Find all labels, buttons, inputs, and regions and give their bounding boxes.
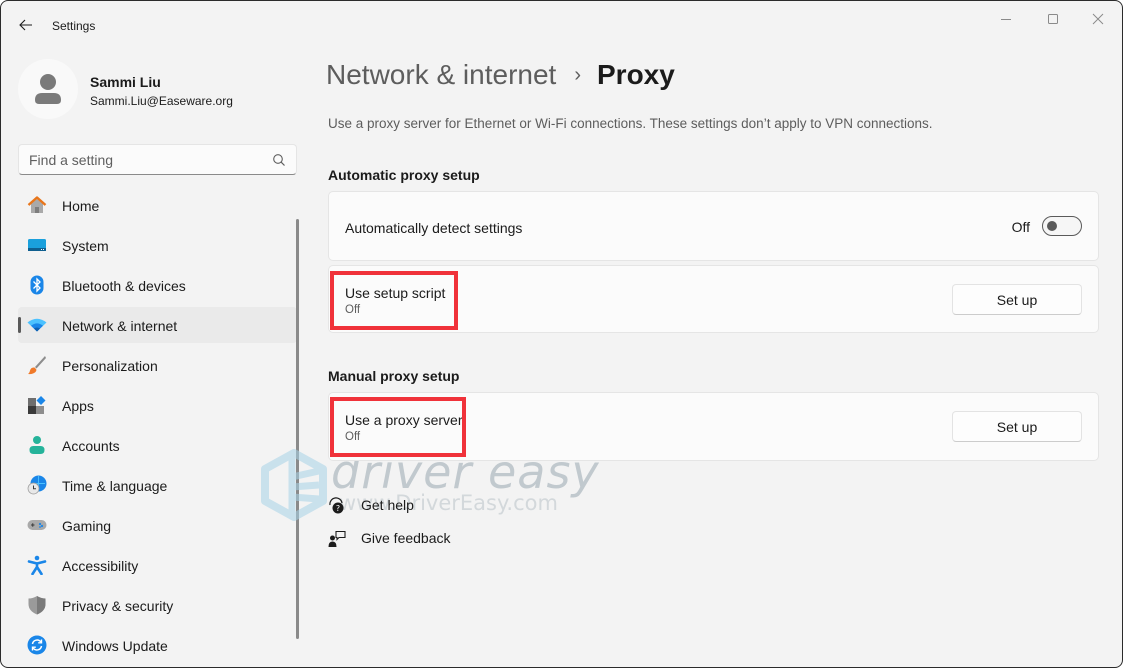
- help-icon: ?: [329, 497, 344, 514]
- sidebar-nav: Home System Bluetooth & devices Network …: [18, 187, 297, 667]
- sidebar-item-time-language[interactable]: Time & language: [18, 467, 297, 503]
- sidebar-item-network-internet[interactable]: Network & internet: [18, 307, 297, 343]
- setup-script-card: Use setup script Off Set up: [328, 265, 1099, 333]
- proxy-server-card: Use a proxy server Off Set up: [328, 392, 1099, 461]
- feedback-icon: [328, 530, 346, 547]
- setup-script-set-up-button[interactable]: Set up: [952, 284, 1082, 315]
- auto-detect-toggle[interactable]: [1042, 216, 1082, 236]
- system-icon: [27, 235, 47, 255]
- wifi-icon: [27, 315, 47, 335]
- avatar: [18, 59, 78, 119]
- sidebar-item-label: Home: [62, 198, 100, 214]
- page-description: Use a proxy server for Ethernet or Wi-Fi…: [328, 116, 933, 131]
- proxy-server-status: Off: [345, 431, 361, 443]
- proxy-server-set-up-button[interactable]: Set up: [952, 411, 1082, 442]
- section-title-manual: Manual proxy setup: [328, 368, 460, 384]
- sidebar-item-label: Accessibility: [62, 558, 139, 574]
- minimize-button[interactable]: [983, 7, 1029, 31]
- setup-script-status: Off: [345, 304, 361, 316]
- update-icon: [27, 635, 47, 655]
- selection-indicator: [18, 317, 21, 333]
- back-arrow-icon: [19, 19, 32, 31]
- get-help-label: Get help: [361, 497, 414, 513]
- sidebar-item-home[interactable]: Home: [18, 187, 297, 223]
- proxy-server-label: Use a proxy server: [345, 412, 463, 428]
- settings-window: Settings Sammi Liu Sammi.Liu@Easeware.or…: [0, 0, 1123, 668]
- give-feedback-label: Give feedback: [361, 530, 451, 546]
- bluetooth-icon: [27, 275, 47, 295]
- maximize-icon: [1048, 14, 1058, 24]
- sidebar-item-bluetooth-devices[interactable]: Bluetooth & devices: [18, 267, 297, 303]
- accessibility-icon: [27, 555, 47, 575]
- sidebar-item-label: System: [62, 238, 109, 254]
- accounts-icon: [27, 435, 47, 455]
- sidebar-item-label: Time & language: [62, 478, 168, 494]
- auto-detect-label: Automatically detect settings: [345, 220, 523, 236]
- sidebar-item-personalization[interactable]: Personalization: [18, 347, 297, 383]
- close-icon: [1092, 13, 1104, 25]
- sidebar-item-label: Gaming: [62, 518, 112, 534]
- profile-name: Sammi Liu: [90, 74, 161, 90]
- sidebar-item-accounts[interactable]: Accounts: [18, 427, 297, 463]
- minimize-icon: [1001, 19, 1011, 20]
- shield-icon: [27, 595, 47, 615]
- brush-icon: [27, 355, 47, 375]
- sidebar-item-label: Personalization: [62, 358, 158, 374]
- user-avatar-icon: [35, 74, 61, 104]
- sidebar-item-label: Accounts: [62, 438, 120, 454]
- breadcrumb-parent[interactable]: Network & internet: [326, 59, 556, 91]
- setup-script-label: Use setup script: [345, 285, 446, 301]
- section-title-automatic: Automatic proxy setup: [328, 167, 480, 183]
- breadcrumb: Network & internet › Proxy: [326, 59, 675, 99]
- apps-icon: [27, 395, 47, 415]
- home-icon: [27, 195, 47, 215]
- sidebar-item-system[interactable]: System: [18, 227, 297, 263]
- maximize-button[interactable]: [1030, 7, 1076, 31]
- search-input[interactable]: [19, 145, 259, 174]
- auto-detect-state: Off: [1011, 219, 1030, 235]
- time-language-icon: [27, 475, 47, 495]
- sidebar-item-label: Privacy & security: [62, 598, 174, 614]
- sidebar-item-label: Windows Update: [62, 638, 168, 654]
- svg-text:?: ?: [336, 504, 340, 513]
- toggle-knob: [1047, 221, 1057, 231]
- app-title: Settings: [52, 19, 96, 33]
- sidebar-item-label: Network & internet: [62, 318, 178, 334]
- sidebar-item-apps[interactable]: Apps: [18, 387, 297, 423]
- page-title: Proxy: [597, 59, 675, 90]
- sidebar-item-label: Bluetooth & devices: [62, 278, 186, 294]
- gamepad-icon: [27, 515, 47, 535]
- search-icon[interactable]: [272, 153, 286, 167]
- sidebar-item-label: Apps: [62, 398, 94, 414]
- search-box: [18, 144, 297, 175]
- sidebar-scrollbar[interactable]: [296, 219, 299, 639]
- auto-detect-card: Automatically detect settings Off: [328, 191, 1099, 261]
- chevron-right-icon: ›: [574, 64, 581, 86]
- profile-email: Sammi.Liu@Easeware.org: [90, 94, 233, 108]
- sidebar-item-accessibility[interactable]: Accessibility: [18, 547, 297, 583]
- sidebar-item-windows-update[interactable]: Windows Update: [18, 627, 297, 663]
- sidebar-item-privacy-security[interactable]: Privacy & security: [18, 587, 297, 623]
- title-bar: Settings: [1, 1, 1122, 49]
- close-button[interactable]: [1075, 7, 1121, 31]
- sidebar-item-gaming[interactable]: Gaming: [18, 507, 297, 543]
- back-button[interactable]: [15, 14, 37, 36]
